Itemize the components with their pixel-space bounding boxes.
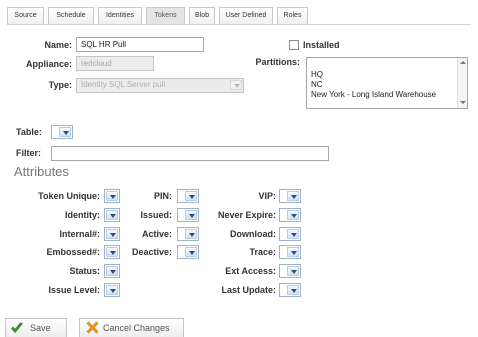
chevron-down-icon xyxy=(106,247,118,257)
chevron-down-icon xyxy=(287,229,299,239)
partitions-scrollbar[interactable] xyxy=(457,58,467,108)
cancel-changes-button[interactable]: Cancel Changes xyxy=(79,318,184,337)
type-select-value: Identity SQL Server pull xyxy=(81,80,166,89)
chevron-down-icon xyxy=(185,247,197,257)
save-button-label: Save xyxy=(30,323,51,333)
chevron-down-icon xyxy=(106,229,118,239)
installed-checkbox[interactable] xyxy=(289,40,299,50)
internal-number-select[interactable] xyxy=(104,227,120,241)
chevron-down-icon xyxy=(185,229,197,239)
tab-panel-divider xyxy=(7,24,471,25)
list-item[interactable]: HQ xyxy=(307,70,467,80)
embossed-number-label: Embossed#: xyxy=(46,247,100,257)
name-label: Name: xyxy=(44,40,72,50)
trace-label: Trace: xyxy=(249,247,276,257)
tab-source[interactable]: Source xyxy=(7,7,44,25)
token-unique-label: Token Unique: xyxy=(38,191,100,201)
chevron-down-icon xyxy=(287,210,299,220)
download-label: Download: xyxy=(230,229,276,239)
attributes-heading: Attributes xyxy=(14,164,69,179)
table-select[interactable] xyxy=(51,125,73,139)
never-expire-select[interactable] xyxy=(279,208,301,222)
internal-number-label: Internal#: xyxy=(59,229,100,239)
active-label: Active: xyxy=(141,229,172,239)
tab-schedule[interactable]: Schedule xyxy=(48,7,94,25)
last-update-label: Last Update: xyxy=(221,285,276,295)
token-unique-select[interactable] xyxy=(104,189,120,203)
appliance-label: Appliance: xyxy=(25,59,72,69)
chevron-down-icon xyxy=(287,285,299,295)
active-select[interactable] xyxy=(177,227,199,241)
chevron-down-icon xyxy=(106,266,118,276)
chevron-down-icon xyxy=(59,127,71,137)
chevron-down-icon xyxy=(287,191,299,201)
chevron-down-icon xyxy=(185,210,197,220)
chevron-down-icon xyxy=(185,191,197,201)
tab-identities[interactable]: Identities xyxy=(98,7,142,25)
name-input[interactable]: SQL HR Pull xyxy=(76,37,204,52)
identity-select[interactable] xyxy=(104,208,120,222)
status-label: Status: xyxy=(69,266,100,276)
tab-roles[interactable]: Roles xyxy=(277,7,308,25)
vip-select[interactable] xyxy=(279,189,301,203)
tab-tokens[interactable]: Tokens xyxy=(146,7,185,25)
chevron-down-icon xyxy=(106,210,118,220)
deactive-label: Deactive: xyxy=(131,247,172,257)
vip-label: VIP: xyxy=(258,191,276,201)
never-expire-label: Never Expire: xyxy=(217,210,276,220)
issued-label: Issued: xyxy=(140,210,172,220)
partitions-label: Partitions: xyxy=(255,57,300,67)
ext-access-label: Ext Access: xyxy=(225,266,276,276)
filter-input[interactable] xyxy=(51,146,329,161)
partitions-listbox[interactable]: HQ NC New York - Long Island Warehouse xyxy=(306,57,468,109)
issue-level-label: Issue Level: xyxy=(48,285,100,295)
chevron-down-icon xyxy=(287,266,299,276)
embossed-number-select[interactable] xyxy=(104,245,120,259)
chevron-down-icon xyxy=(106,285,118,295)
appliance-input[interactable]: redcloud xyxy=(76,56,154,71)
issue-level-select[interactable] xyxy=(104,283,120,297)
checkmark-icon xyxy=(11,322,24,333)
cancel-changes-label: Cancel Changes xyxy=(103,323,170,333)
installed-label: Installed xyxy=(303,40,340,50)
scroll-down-icon[interactable] xyxy=(459,99,467,107)
table-label: Table: xyxy=(16,127,42,137)
download-select[interactable] xyxy=(279,227,301,241)
filter-label: Filter: xyxy=(16,148,42,158)
list-item[interactable]: NC xyxy=(307,80,467,90)
chevron-down-icon xyxy=(106,191,118,201)
ext-access-select[interactable] xyxy=(279,264,301,278)
deactive-select[interactable] xyxy=(177,245,199,259)
tab-user-defined[interactable]: User Defined xyxy=(219,7,273,25)
chevron-down-icon xyxy=(230,80,242,90)
issued-select[interactable] xyxy=(177,208,199,222)
status-select[interactable] xyxy=(104,264,120,278)
tab-blob[interactable]: Blob xyxy=(189,7,215,25)
save-button[interactable]: Save xyxy=(5,318,67,337)
cancel-x-icon xyxy=(86,321,99,334)
type-select[interactable]: Identity SQL Server pull xyxy=(76,78,244,93)
identity-label: Identity: xyxy=(65,210,100,220)
type-label: Type: xyxy=(48,80,72,90)
chevron-down-icon xyxy=(287,247,299,257)
list-item[interactable]: New York - Long Island Warehouse xyxy=(307,90,467,100)
pin-select[interactable] xyxy=(177,189,199,203)
scroll-up-icon[interactable] xyxy=(459,59,467,67)
pin-label: PIN: xyxy=(154,191,172,201)
last-update-select[interactable] xyxy=(279,283,301,297)
trace-select[interactable] xyxy=(279,245,301,259)
